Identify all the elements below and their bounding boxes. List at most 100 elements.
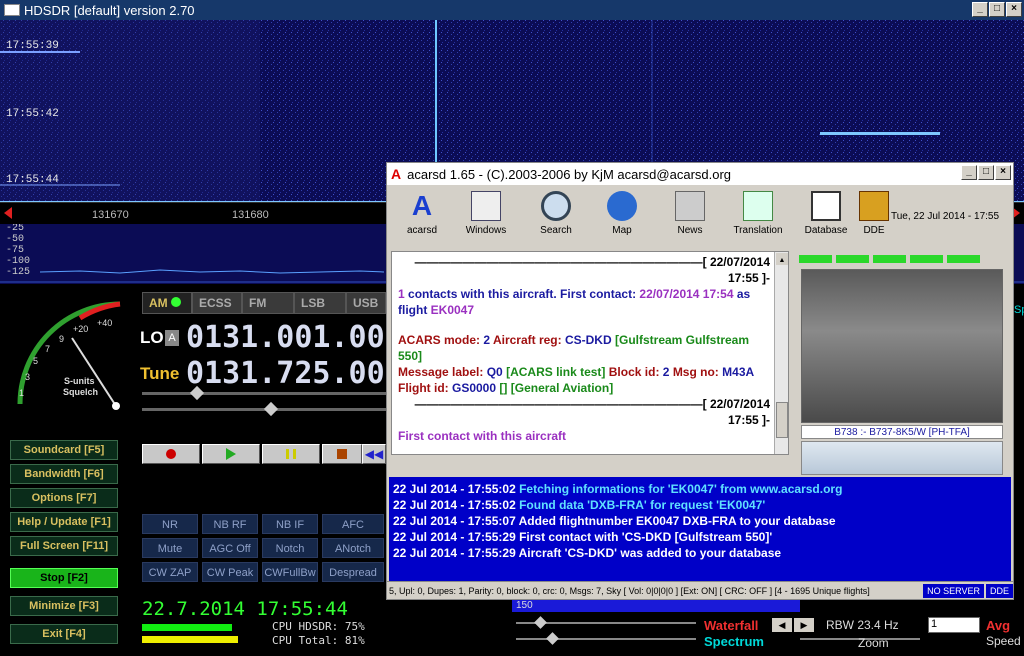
pause-icon — [286, 449, 296, 459]
log-row: 22 Jul 2014 - 17:55:29 Aircraft 'CS-DKD'… — [393, 546, 782, 560]
mode-label: ECSS — [199, 296, 232, 310]
maximize-button[interactable]: □ — [989, 2, 1005, 17]
toolbar-map-button[interactable]: Map — [591, 191, 653, 245]
help-update-button[interactable]: Help / Update [F1] — [10, 512, 118, 532]
mode-am-button[interactable]: AM — [142, 292, 192, 314]
cw-fullbw-button[interactable]: CWFullBw — [262, 562, 318, 582]
acarsd-logo-icon: A — [411, 190, 433, 221]
spectrum-slider[interactable] — [516, 638, 696, 640]
hdsdr-titlebar: HDSDR [default] version 2.70 _ □ × — [0, 0, 1024, 20]
scroll-left-icon[interactable] — [4, 207, 12, 219]
acarsd-minimize-button[interactable]: _ — [961, 165, 977, 180]
message-panel[interactable]: ――――――――――――――――――――――――[ 22/07/2014 17:… — [391, 251, 789, 455]
smeter-label: 3 — [25, 372, 31, 382]
lo-label: LO — [140, 328, 164, 347]
avg-select[interactable]: 1 — [928, 617, 980, 633]
tool-label: Map — [612, 225, 632, 236]
mode-ecss-button[interactable]: ECSS — [192, 292, 242, 314]
dde-status: DDE — [985, 583, 1013, 598]
close-button[interactable]: × — [1006, 2, 1022, 17]
scale-bar[interactable]: 150 — [512, 600, 800, 612]
slider-handle[interactable] — [534, 616, 547, 629]
acarsd-titlebar: A acarsd 1.65 - (C).2003-2006 by KjM aca… — [387, 163, 1013, 185]
freq-tick: 131680 — [232, 209, 269, 221]
aircraft-photo[interactable] — [801, 441, 1003, 475]
stop-button[interactable]: Stop [F2] — [10, 568, 118, 588]
exit-button[interactable]: Exit [F4] — [10, 624, 118, 644]
mute-button[interactable]: Mute — [142, 538, 198, 558]
notch-button[interactable]: Notch — [262, 538, 318, 558]
dde-book-icon — [859, 191, 889, 221]
smeter-caption: S-units — [64, 376, 95, 386]
log-panel[interactable]: 22 Jul 2014 - 17:55:02 Fetching informat… — [389, 477, 1011, 581]
lo-frequency[interactable]: 0131.001.00 — [186, 320, 384, 355]
soundcard-button[interactable]: Soundcard [F5] — [10, 440, 118, 460]
spe-fragment: Spe — [1014, 304, 1024, 316]
play-button[interactable] — [202, 444, 260, 464]
tool-label: Search — [540, 225, 572, 236]
slider-handle[interactable] — [546, 632, 559, 645]
acarsd-date: Tue, 22 Jul 2014 - 17:55 — [891, 211, 1000, 222]
nb-rf-button[interactable]: NB RF — [202, 514, 258, 534]
smeter-label: 7 — [45, 344, 51, 354]
nr-button[interactable]: NR — [142, 514, 198, 534]
waterfall-timestamp: 17:55:39 — [6, 40, 59, 52]
msg-flight-id: Flight id: GS0000 [] [General Aviation] — [398, 381, 614, 395]
mode-label: AM — [149, 296, 168, 310]
log-row: 22 Jul 2014 - 17:55:29 First contact wit… — [393, 530, 773, 544]
slider-handle[interactable] — [263, 401, 279, 417]
cockpit-photo[interactable] — [801, 269, 1003, 423]
stop-playback-button[interactable] — [322, 444, 362, 464]
rewind-button[interactable]: ◀◀ — [362, 444, 386, 464]
toolbar-acarsd-button[interactable]: Aacarsd — [391, 191, 453, 245]
fullscreen-button[interactable]: Full Screen [F11] — [10, 536, 118, 556]
db-label: -75 — [6, 245, 25, 256]
smeter-label: 5 — [33, 356, 39, 366]
bandwidth-button[interactable]: Bandwidth [F6] — [10, 464, 118, 484]
cw-peak-button[interactable]: CW Peak — [202, 562, 258, 582]
toolbar-search-button[interactable]: Search — [525, 191, 587, 245]
cpu-hdsdr-text: CPU HDSDR: 75% — [272, 620, 365, 633]
lo-a-button[interactable]: A — [165, 330, 179, 346]
toolbar-windows-button[interactable]: Windows — [455, 191, 517, 245]
mode-label: USB — [353, 296, 379, 310]
minimize-button[interactable]: _ — [972, 2, 988, 17]
afc-button[interactable]: AFC — [322, 514, 384, 534]
anotch-button[interactable]: ANotch — [322, 538, 384, 558]
scrollbar-thumb[interactable] — [776, 402, 788, 438]
agc-off-button[interactable]: AGC Off — [202, 538, 258, 558]
db-label: -125 — [6, 267, 31, 278]
squelch-caption: Squelch — [63, 387, 99, 397]
cpu-total-text: CPU Total: 81% — [272, 634, 365, 647]
pause-button[interactable] — [262, 444, 320, 464]
mode-usb-button[interactable]: USB — [346, 292, 386, 314]
smeter-label: +40 — [97, 318, 113, 328]
mode-fm-button[interactable]: FM — [242, 292, 294, 314]
acarsd-title: acarsd 1.65 - (C).2003-2006 by KjM acars… — [407, 166, 732, 182]
tool-label: News — [677, 225, 703, 236]
arrow-right-button[interactable]: ▶ — [794, 618, 814, 632]
record-button[interactable] — [142, 444, 200, 464]
message-scrollbar[interactable]: ▲ — [774, 252, 788, 454]
log-row: 22 Jul 2014 - 17:55:02 Found data 'DXB-F… — [393, 498, 766, 512]
scroll-up-icon[interactable]: ▲ — [776, 253, 788, 265]
options-button[interactable]: Options [F7] — [10, 488, 118, 508]
nb-if-button[interactable]: NB IF — [262, 514, 318, 534]
acarsd-maximize-button[interactable]: □ — [978, 165, 994, 180]
led-icon — [799, 255, 832, 263]
toolbar-news-button[interactable]: News — [659, 191, 721, 245]
mode-lsb-button[interactable]: LSB — [294, 292, 346, 314]
tune-frequency[interactable]: 0131.725.00 — [186, 356, 384, 391]
despread-button[interactable]: Despread — [322, 562, 384, 582]
windows-icon — [471, 191, 501, 221]
freq-tick: 131670 — [92, 209, 129, 221]
smeter-label: +20 — [73, 324, 89, 334]
toolbar-translation-button[interactable]: Translation — [727, 191, 789, 245]
cw-zap-button[interactable]: CW ZAP — [142, 562, 198, 582]
translation-icon — [743, 191, 773, 221]
slider-track[interactable] — [142, 392, 386, 395]
minimize-f3-button[interactable]: Minimize [F3] — [10, 596, 118, 616]
arrow-left-button[interactable]: ◀ — [772, 618, 792, 632]
tool-label: Windows — [465, 225, 507, 236]
acarsd-close-button[interactable]: × — [995, 165, 1011, 180]
